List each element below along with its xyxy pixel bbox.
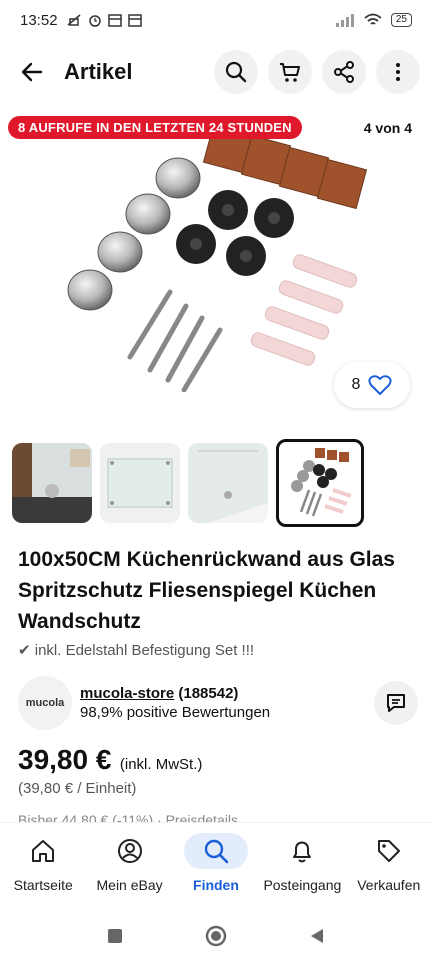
more-icon (396, 63, 400, 81)
thumbnail-3[interactable] (188, 443, 268, 523)
chat-icon (387, 694, 405, 712)
nav-item-verkaufen[interactable]: Verkaufen (346, 833, 432, 893)
share-button[interactable] (322, 50, 366, 94)
thumbnail-4[interactable] (276, 439, 364, 527)
nav-label: Verkaufen (357, 877, 421, 893)
status-time: 13:52 (20, 11, 58, 29)
search-button[interactable] (214, 50, 258, 94)
seller-name[interactable]: mucola-store (80, 685, 174, 702)
watch-count: 8 (351, 376, 361, 393)
seller-row[interactable]: mucola mucola-store (188542) 98,9% posit… (18, 676, 418, 730)
calendar-icon-2 (127, 14, 142, 27)
nav-label: Startseite (13, 877, 73, 893)
account-icon (117, 839, 142, 863)
thumbnail-mounting-set-image (291, 448, 352, 517)
thumbnail-glass-corner-image (188, 443, 268, 523)
seller-name-line: mucola-store (188542) (80, 685, 270, 702)
calendar-icon (107, 14, 122, 27)
product-main-image (67, 122, 368, 392)
product-image-gallery[interactable]: 8 AUFRUFE IN DEN LETZTEN 24 STUNDEN 4 vo… (0, 112, 432, 428)
nav-label: Finden (193, 877, 239, 893)
product-title-block: 100x50CM Küchenrückwand aus Glas Spritzs… (18, 544, 418, 659)
status-left-icons (66, 13, 142, 27)
nav-item-posteingang[interactable]: Posteingang (259, 833, 345, 893)
home-button-icon[interactable] (204, 924, 228, 948)
bottom-navigation: Startseite Mein eBay Finden Posteingang … (0, 822, 432, 908)
notification-icon (67, 14, 81, 26)
thumbnail-1[interactable] (12, 443, 92, 523)
search-icon (225, 61, 247, 83)
home-icon (32, 840, 55, 862)
seller-logo: mucola (18, 676, 72, 730)
cart-icon (280, 63, 300, 82)
nav-label: Mein eBay (96, 877, 163, 893)
nav-label: Posteingang (263, 877, 342, 893)
nav-item-startseite[interactable]: Startseite (0, 833, 86, 893)
back-button[interactable] (12, 52, 52, 92)
thumbnail-glass-panel-image (100, 443, 180, 523)
thumbnail-strip (12, 439, 364, 527)
price-line: 39,80 € (inkl. MwSt.) (18, 744, 202, 776)
seller-logo-text: mucola (25, 697, 65, 709)
more-button[interactable] (376, 50, 420, 94)
seller-feedback-count: (188542) (178, 685, 239, 702)
product-title: 100x50CM Küchenrückwand aus Glas Spritzs… (18, 548, 395, 633)
recent-apps-icon[interactable] (106, 927, 124, 945)
system-navigation (0, 912, 432, 960)
nav-item-mein-ebay[interactable]: Mein eBay (87, 833, 173, 893)
page-title: Artikel (64, 59, 133, 84)
nav-icon-wrapper (183, 833, 248, 869)
app-bar: Artikel (0, 44, 432, 100)
cart-button[interactable] (268, 50, 312, 94)
watchlist-button[interactable]: 8 (334, 362, 410, 408)
thumbnail-kitchen-image (12, 443, 92, 523)
price: 39,80 € (18, 744, 112, 775)
heart-icon (368, 375, 393, 395)
header-actions (214, 50, 420, 94)
signal-icon (335, 14, 354, 27)
nav-icon-wrapper (357, 833, 421, 869)
back-arrow-icon (21, 62, 43, 82)
price-note: (inkl. MwSt.) (119, 756, 203, 773)
views-badge: 8 AUFRUFE IN DEN LETZTEN 24 STUNDEN (8, 116, 302, 139)
seller-rating: 98,9% positive Bewertungen (80, 704, 271, 721)
unit-price: (39,80 € / Einheit) (18, 780, 137, 797)
bell-icon (293, 841, 312, 863)
nav-item-finden[interactable]: Finden (173, 833, 259, 893)
share-icon (334, 61, 354, 83)
nav-icon-wrapper (98, 833, 162, 869)
tag-icon (377, 840, 400, 862)
product-subtitle: ✔ inkl. Edelstahl Befestigung Set !!! (18, 642, 255, 659)
nav-icon-wrapper (270, 833, 334, 869)
image-counter: 4 von 4 (363, 120, 412, 136)
contact-seller-button[interactable] (374, 681, 418, 725)
price-block: 39,80 € (inkl. MwSt.) (39,80 € / Einheit… (18, 744, 202, 797)
status-right-icons: 25 (335, 13, 412, 27)
previous-price-text: Bisher 44,80 € (-11%) · Preisdetails (18, 812, 238, 822)
alarm-icon (88, 15, 101, 27)
back-triangle-icon[interactable] (308, 927, 326, 945)
search-icon (204, 839, 229, 864)
battery-indicator: 25 (390, 13, 412, 27)
nav-icon-wrapper (11, 833, 75, 869)
seller-info: mucola-store (188542) 98,9% positive Bew… (80, 685, 270, 721)
thumbnail-2[interactable] (100, 443, 180, 523)
wifi-icon (364, 13, 382, 25)
status-bar: 13:52 25 (0, 0, 432, 40)
